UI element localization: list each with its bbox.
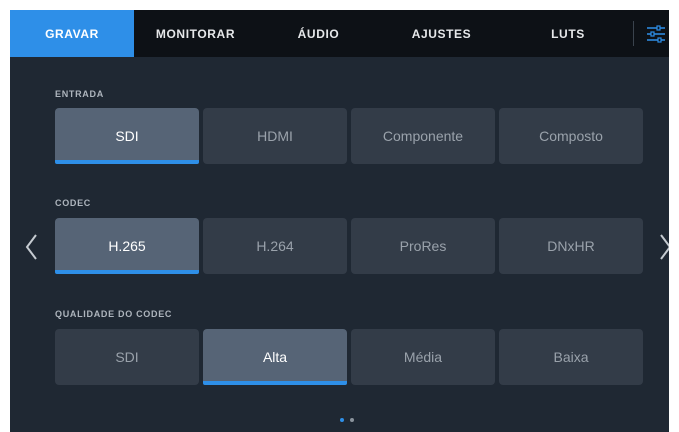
- quality-option-media[interactable]: Média: [351, 329, 495, 385]
- quality-option-alta[interactable]: Alta: [203, 329, 347, 385]
- input-option-hdmi[interactable]: HDMI: [203, 108, 347, 164]
- codec-option-h265[interactable]: H.265: [55, 218, 199, 274]
- page-dot[interactable]: [350, 418, 354, 422]
- option-label: Componente: [382, 128, 464, 144]
- nav-divider: [633, 21, 634, 46]
- option-label: SDI: [115, 128, 139, 144]
- codec-option-prores[interactable]: ProRes: [351, 218, 495, 274]
- sliders-icon: [647, 24, 665, 43]
- tab-luts[interactable]: LUTS: [503, 10, 633, 57]
- quality-option-baixa[interactable]: Baixa: [499, 329, 643, 385]
- tab-monitorar[interactable]: MONITORAR: [134, 10, 257, 57]
- chevron-left-icon: [25, 234, 37, 260]
- selected-indicator: [203, 381, 347, 385]
- option-label: DNxHR: [547, 238, 595, 254]
- option-label: H.264: [256, 238, 294, 254]
- option-label: Média: [403, 349, 443, 365]
- option-label: ProRes: [399, 238, 447, 254]
- settings-button[interactable]: [646, 21, 666, 46]
- page-indicator: [340, 418, 354, 422]
- camera-menu-screen: GRAVAR MONITORAR ÁUDIO AJUSTES LUTS ENTR…: [10, 10, 669, 432]
- option-label: Alta: [262, 349, 288, 365]
- tab-ajustes[interactable]: AJUSTES: [380, 10, 503, 57]
- section-label-codec-quality: QUALIDADE DO CODEC: [55, 309, 173, 319]
- input-selector: SDI HDMI Componente Composto: [55, 108, 644, 164]
- chevron-right-icon: [660, 234, 669, 260]
- option-label: Composto: [539, 128, 603, 144]
- section-label-entrada: ENTRADA: [55, 89, 104, 99]
- option-label: HDMI: [257, 128, 293, 144]
- option-label: SDI: [115, 349, 139, 365]
- codec-quality-selector: SDI Alta Média Baixa: [55, 329, 644, 385]
- codec-option-h264[interactable]: H.264: [203, 218, 347, 274]
- section-label-codec: CODEC: [55, 198, 92, 208]
- input-option-composto[interactable]: Composto: [499, 108, 643, 164]
- input-option-sdi[interactable]: SDI: [55, 108, 199, 164]
- codec-option-dnxhr[interactable]: DNxHR: [499, 218, 643, 274]
- top-navigation: GRAVAR MONITORAR ÁUDIO AJUSTES LUTS: [10, 10, 669, 57]
- selected-indicator: [55, 160, 199, 164]
- tab-audio[interactable]: ÁUDIO: [257, 10, 380, 57]
- next-page-button[interactable]: [657, 232, 669, 262]
- previous-page-button[interactable]: [22, 232, 40, 262]
- input-option-componente[interactable]: Componente: [351, 108, 495, 164]
- option-label: H.265: [108, 238, 146, 254]
- selected-indicator: [55, 270, 199, 274]
- quality-option-sdi[interactable]: SDI: [55, 329, 199, 385]
- page-dot-active[interactable]: [340, 418, 344, 422]
- codec-selector: H.265 H.264 ProRes DNxHR: [55, 218, 644, 274]
- option-label: Baixa: [553, 349, 589, 365]
- tab-gravar[interactable]: GRAVAR: [10, 10, 134, 57]
